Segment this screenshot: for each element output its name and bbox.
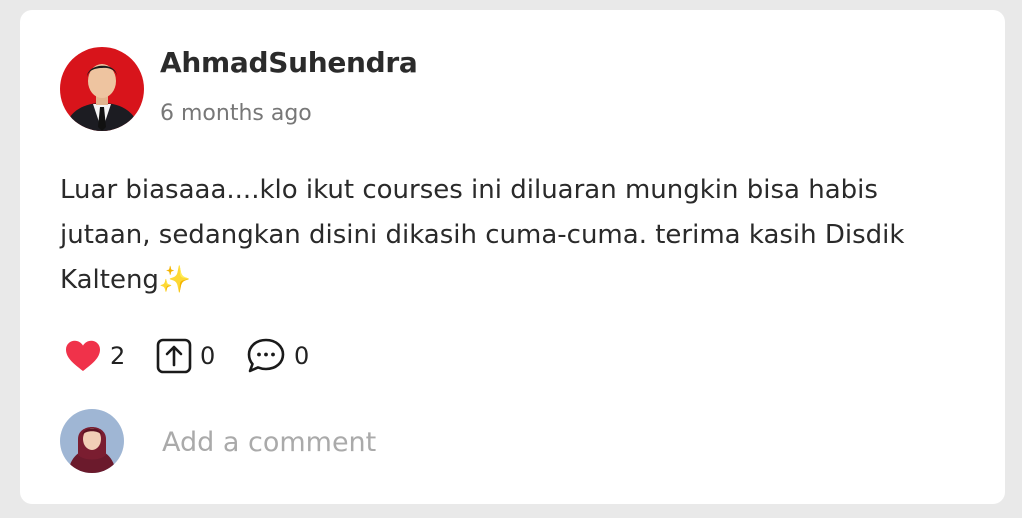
- author-name[interactable]: AhmadSuhendra: [160, 46, 418, 79]
- author-avatar[interactable]: [60, 47, 144, 131]
- post-card: AhmadSuhendra 6 months ago Luar biasaaa.…: [20, 10, 1005, 504]
- share-button[interactable]: 0: [156, 336, 215, 376]
- like-button[interactable]: 2: [64, 336, 125, 376]
- current-user-avatar[interactable]: [60, 409, 124, 473]
- add-comment-input[interactable]: [160, 415, 944, 469]
- post-text: Luar biasaaa....klo ikut courses ini dil…: [60, 175, 905, 295]
- chat-bubble-icon: [246, 337, 286, 375]
- share-count: 0: [200, 342, 216, 370]
- post-timestamp: 6 months ago: [160, 101, 312, 126]
- reply-button[interactable]: 0: [246, 336, 309, 376]
- share-upload-icon: [156, 338, 192, 374]
- heart-icon: [64, 339, 102, 373]
- reply-count: 0: [294, 342, 310, 370]
- like-count: 2: [110, 342, 126, 370]
